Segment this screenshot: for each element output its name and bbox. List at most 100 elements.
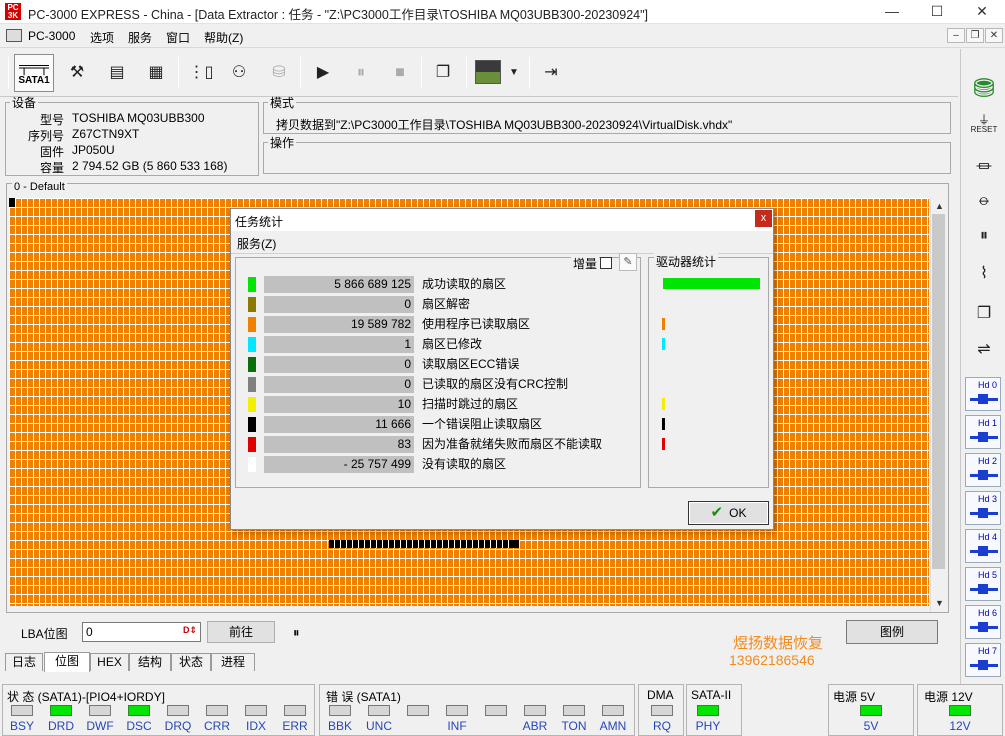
lba-dec-toggle-icon[interactable]: D⇕ [183,625,197,636]
goto-button[interactable]: 前往 [207,621,275,643]
sata-port-label: SATA1 [18,75,50,86]
status-led [245,705,267,716]
tab-status[interactable]: 状态 [171,653,211,671]
model-label: 型号 [39,113,64,127]
status-register-group: 状 态 (SATA1)-[PIO4+IORDY] BSY DRD DWF DSC DRQ… [2,684,315,736]
head-label: Hd 0 [977,380,997,390]
stat-label: 因为准备就绪失败而扇区不能读取 [422,437,603,451]
stat-value: 0 [264,296,414,313]
mode-panel-title: 模式 [270,96,295,110]
status-led-label: ERR [282,719,308,733]
map-error-block [514,540,519,548]
stat-color-swatch [248,357,256,372]
status-led [485,705,507,716]
serial-label: 序列号 [27,129,64,143]
ok-button[interactable]: ✔ OK [688,501,769,525]
app-logo-icon: PC 3K [5,3,21,20]
status-led [563,705,585,716]
chevron-down-icon[interactable]: ▼ [504,56,524,90]
tab-structure[interactable]: 结构 [129,653,171,671]
status-led-label: DWF [86,719,114,733]
head-icon [978,622,988,632]
tools-icon[interactable]: ⚒ [62,56,92,90]
play-icon[interactable]: ▶ [308,56,338,90]
tab-bitmap[interactable]: 位图 [44,652,90,672]
status-led [949,705,971,716]
mdi-close-button[interactable]: ✕ [985,28,1003,43]
hex-doc-icon[interactable]: ▦ [141,56,171,90]
maximize-button[interactable]: ☐ [914,0,960,24]
status-led-label: DSC [126,719,152,733]
tree-icon[interactable]: ⋮▯ [186,56,216,90]
tab-process[interactable]: 进程 [211,653,255,671]
pause-icon[interactable]: ⏸ [293,625,300,641]
copy-cancel-icon[interactable]: ❐ [965,303,1003,337]
lba-input-value: 0 [86,625,93,639]
map-view-icon[interactable] [475,60,501,84]
pause-icon: ⏸ [356,64,365,81]
tab-hex[interactable]: HEX [90,653,129,671]
cable-icon[interactable]: ⌇ [965,263,1003,297]
dialog-close-button[interactable]: x [755,210,772,227]
status-register-title: 状 态 (SATA1)-[PIO4+IORDY] [7,690,165,704]
clear-brush-icon[interactable]: ✎ [619,253,637,271]
scroll-down-icon[interactable]: ▼ [933,597,946,610]
minimize-button[interactable]: — [869,0,915,24]
stat-label: 已读取的扇区没有CRC控制 [422,377,568,391]
head-label: Hd 6 [977,608,997,618]
menu-help[interactable]: 帮助(Z) [204,29,243,46]
drive-stat-mark [662,398,665,410]
menu-options[interactable]: 选项 [90,29,114,46]
stat-label: 读取扇区ECC错误 [422,357,520,371]
sata-port-button[interactable]: ╤═╤ SATA1 [14,54,54,92]
power-plug-icon[interactable]: ⏛ [965,153,1003,187]
status-led-label: DRD [48,719,74,733]
head-1-button[interactable]: Hd 1 [965,415,1001,449]
head-3-button[interactable]: Hd 3 [965,491,1001,525]
scroll-up-icon[interactable]: ▲ [933,200,946,213]
mdi-minimize-button[interactable]: – [947,28,965,43]
gauge-icon[interactable]: ⦵ [965,189,1003,223]
stat-label: 一个错误阻止读取扇区 [422,417,543,431]
stat-color-swatch [248,397,256,412]
legend-button[interactable]: 图例 [846,620,938,644]
tab-log[interactable]: 日志 [5,653,43,671]
status-led-label: DRQ [164,719,192,733]
menu-service[interactable]: 服务 [128,29,152,46]
pause-head-icon[interactable]: ⏸ [965,227,1003,261]
reset-button[interactable]: ⏚ RESET [965,114,1003,149]
copy-windows-icon[interactable]: ❐ [428,56,458,90]
scroll-thumb[interactable] [932,214,945,569]
head-2-button[interactable]: Hd 2 [965,453,1001,487]
status-led-label: BSY [9,719,34,733]
window-title: PC-3000 EXPRESS - China - [Data Extracto… [28,8,649,22]
dialog-menu-service[interactable]: 服务(Z) [237,235,276,252]
head-5-button[interactable]: Hd 5 [965,567,1001,601]
binary-doc-icon[interactable]: ▤ [102,56,132,90]
exit-person-icon[interactable]: ⇥ [536,56,566,90]
lba-input[interactable]: 0 D⇕ [82,622,201,642]
app-menu-icon[interactable] [6,29,22,42]
head-4-button[interactable]: Hd 4 [965,529,1001,563]
drive-stats-panel [648,257,769,488]
status-led [602,705,624,716]
stat-label: 使用程序已读取扇区 [422,317,531,331]
menu-pc3000[interactable]: PC-3000 [28,29,75,43]
menu-window[interactable]: 窗口 [166,29,190,46]
head-7-button[interactable]: Hd 7 [965,643,1001,677]
stat-value: 0 [264,356,414,373]
head-6-button[interactable]: Hd 6 [965,605,1001,639]
heads-map-icon[interactable]: ⇌ [965,339,1003,373]
binoculars-icon[interactable]: ⚇ [224,56,254,90]
mdi-restore-button[interactable]: ❐ [966,28,984,43]
map-error-blocks [329,540,515,548]
stat-value: 1 [264,336,414,353]
increment-checkbox[interactable] [600,257,612,269]
status-led-label: ABR [522,719,548,733]
status-led-label: TON [561,719,587,733]
status-led-label: IDX [245,719,266,733]
error-register-group: 错 误 (SATA1) BBK UNC INF ABR TON AMN [319,684,635,736]
disk-database-icon[interactable]: ⛃ [965,73,1003,107]
close-button[interactable]: ✕ [959,0,1005,24]
head-0-button[interactable]: Hd 0 [965,377,1001,411]
